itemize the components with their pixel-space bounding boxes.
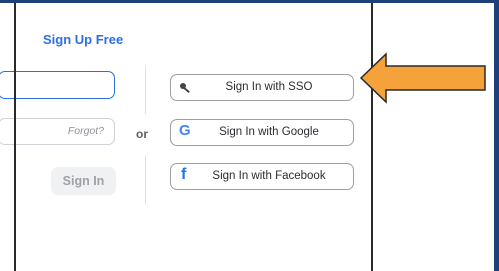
signin-panel: Sign Up Free Forgot? Sign In or Sign In … <box>0 3 371 271</box>
separator-line-bottom <box>145 155 146 205</box>
separator-line-top <box>145 66 146 114</box>
signin-facebook-label: Sign In with Facebook <box>212 170 326 182</box>
signin-button[interactable]: Sign In <box>51 167 116 195</box>
email-input[interactable] <box>0 71 115 99</box>
signin-google-button[interactable]: G Sign In with Google <box>170 119 354 146</box>
or-label: or <box>136 127 148 141</box>
callout-arrow-icon <box>359 52 486 104</box>
signin-facebook-button[interactable]: f Sign In with Facebook <box>170 163 354 190</box>
signin-sso-button[interactable]: Sign In with SSO <box>170 74 354 101</box>
signin-sso-label: Sign In with SSO <box>225 81 313 93</box>
forgot-password-link[interactable]: Forgot? <box>68 125 104 137</box>
panel-left-edge <box>14 3 16 271</box>
signin-google-label: Sign In with Google <box>219 126 319 138</box>
side-panel <box>373 3 494 271</box>
password-input[interactable]: Forgot? <box>0 118 115 145</box>
window-right-border <box>494 0 499 271</box>
signup-link[interactable]: Sign Up Free <box>43 32 123 47</box>
